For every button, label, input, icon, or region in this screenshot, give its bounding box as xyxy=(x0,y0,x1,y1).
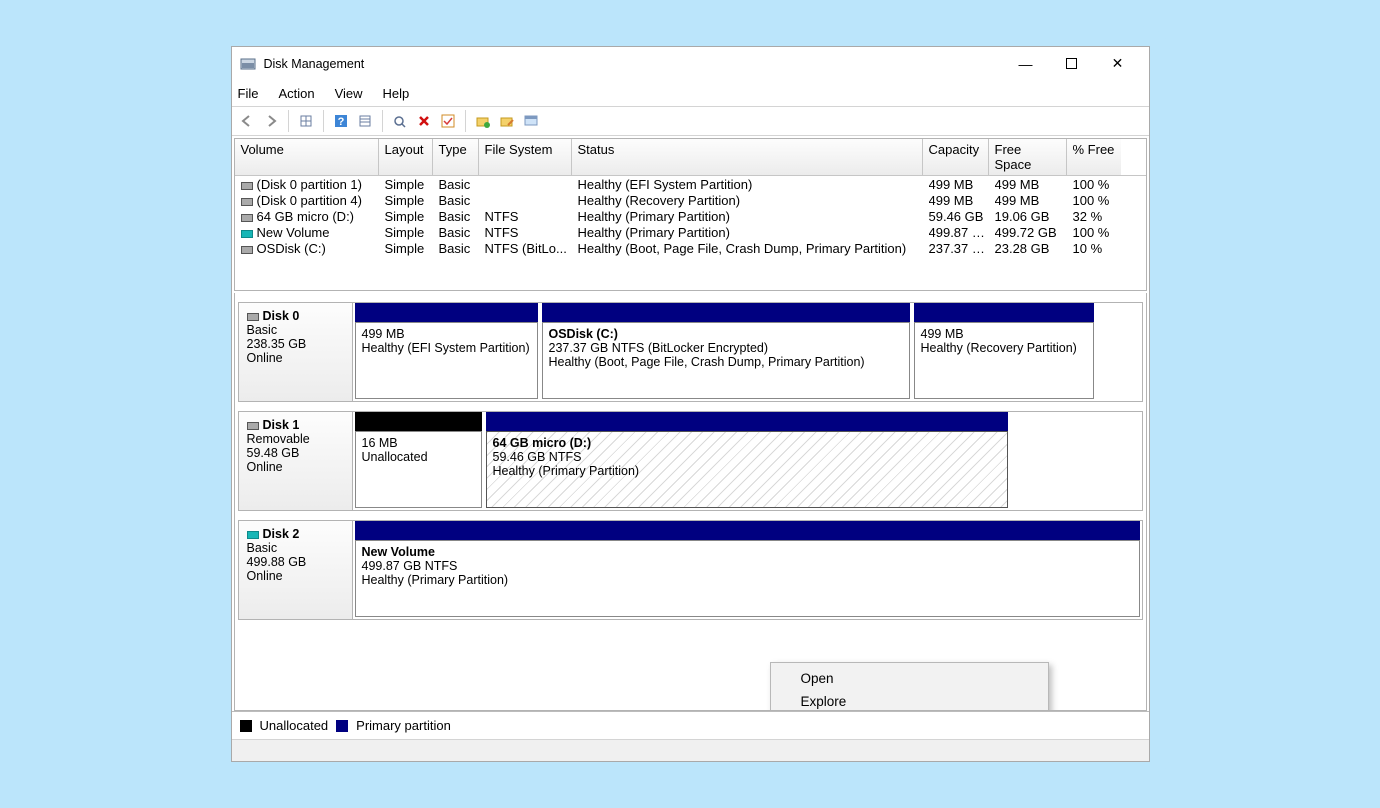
disk0-part2[interactable]: OSDisk (C:) 237.37 GB NTFS (BitLocker En… xyxy=(542,322,910,399)
col-volume[interactable]: Volume xyxy=(235,139,379,175)
menu-file[interactable]: File xyxy=(238,86,259,101)
disk0-part1[interactable]: 499 MB Healthy (EFI System Partition) xyxy=(355,322,538,399)
col-type[interactable]: Type xyxy=(433,139,479,175)
window-title: Disk Management xyxy=(264,57,1003,71)
disk-icon xyxy=(247,422,259,430)
disk-icon xyxy=(247,531,259,539)
ctx-explore[interactable]: Explore xyxy=(773,690,1046,711)
disk0-state: Online xyxy=(247,351,283,365)
disk2-row: Disk 2 Basic 499.88 GB Online New Volume… xyxy=(238,520,1143,620)
ctx-open[interactable]: Open xyxy=(773,667,1046,690)
disk0-name: Disk 0 xyxy=(263,309,300,323)
table-row[interactable]: OSDisk (C:)SimpleBasicNTFS (BitLo...Heal… xyxy=(235,240,1146,256)
disk0-size: 238.35 GB xyxy=(247,337,307,351)
col-layout[interactable]: Layout xyxy=(379,139,433,175)
table-row[interactable]: New VolumeSimpleBasicNTFSHealthy (Primar… xyxy=(235,224,1146,240)
toolbar: ? xyxy=(232,106,1149,136)
table-row[interactable]: (Disk 0 partition 4)SimpleBasicHealthy (… xyxy=(235,192,1146,208)
app-icon xyxy=(240,56,256,72)
col-filesystem[interactable]: File System xyxy=(479,139,572,175)
disk1-row: Disk 1 Removable 59.48 GB Online 16 MB U… xyxy=(238,411,1143,511)
folder-edit-icon[interactable] xyxy=(496,110,518,132)
menubar: File Action View Help xyxy=(232,80,1149,106)
disk0-part3[interactable]: 499 MB Healthy (Recovery Partition) xyxy=(914,322,1094,399)
disk-area: Disk 0 Basic 238.35 GB Online 499 MB Hea… xyxy=(234,293,1147,711)
legend: Unallocated Primary partition xyxy=(232,711,1149,739)
context-menu: Open Explore Mark Partition as Active Ch… xyxy=(770,662,1049,711)
disk-icon xyxy=(247,313,259,321)
menu-help[interactable]: Help xyxy=(383,86,410,101)
disk2-part1[interactable]: New Volume 499.87 GB NTFS Healthy (Prima… xyxy=(355,540,1140,617)
forward-icon[interactable] xyxy=(260,110,282,132)
table-row[interactable]: 64 GB micro (D:)SimpleBasicNTFSHealthy (… xyxy=(235,208,1146,224)
disk1-part1[interactable]: 16 MB Unallocated xyxy=(355,431,482,508)
svg-text:?: ? xyxy=(337,116,344,128)
folder-add-icon[interactable] xyxy=(472,110,494,132)
minimize-button[interactable]: — xyxy=(1003,49,1049,79)
list-icon[interactable] xyxy=(354,110,376,132)
disk-management-window: Disk Management — ✕ File Action View Hel… xyxy=(231,46,1150,762)
disk2-size: 499.88 GB xyxy=(247,555,307,569)
disk1-state: Online xyxy=(247,460,283,474)
delete-icon[interactable] xyxy=(413,110,435,132)
legend-primary-label: Primary partition xyxy=(356,718,451,733)
refresh-icon[interactable] xyxy=(389,110,411,132)
col-percent-free[interactable]: % Free xyxy=(1067,139,1121,175)
window-icon[interactable] xyxy=(520,110,542,132)
disk0-row: Disk 0 Basic 238.35 GB Online 499 MB Hea… xyxy=(238,302,1143,402)
titlebar: Disk Management — ✕ xyxy=(232,47,1149,80)
check-icon[interactable] xyxy=(437,110,459,132)
help-icon[interactable]: ? xyxy=(330,110,352,132)
disk1-type: Removable xyxy=(247,432,310,446)
back-icon[interactable] xyxy=(236,110,258,132)
maximize-button[interactable] xyxy=(1049,49,1095,79)
disk2-name: Disk 2 xyxy=(263,527,300,541)
statusbar xyxy=(232,739,1149,761)
disk1-part2[interactable]: 64 GB micro (D:) 59.46 GB NTFS Healthy (… xyxy=(486,431,1008,508)
col-free[interactable]: Free Space xyxy=(989,139,1067,175)
disk1-size: 59.48 GB xyxy=(247,446,300,460)
col-status[interactable]: Status xyxy=(572,139,923,175)
grid-icon[interactable] xyxy=(295,110,317,132)
close-button[interactable]: ✕ xyxy=(1095,49,1141,79)
menu-action[interactable]: Action xyxy=(278,86,314,101)
legend-unallocated-swatch xyxy=(240,720,252,732)
legend-primary-swatch xyxy=(336,720,348,732)
disk1-name: Disk 1 xyxy=(263,418,300,432)
disk0-type: Basic xyxy=(247,323,278,337)
table-row[interactable]: (Disk 0 partition 1)SimpleBasicHealthy (… xyxy=(235,176,1146,192)
disk2-type: Basic xyxy=(247,541,278,555)
menu-view[interactable]: View xyxy=(335,86,363,101)
disk2-state: Online xyxy=(247,569,283,583)
col-capacity[interactable]: Capacity xyxy=(923,139,989,175)
legend-unallocated-label: Unallocated xyxy=(260,718,329,733)
volume-table: Volume Layout Type File System Status Ca… xyxy=(234,138,1147,291)
